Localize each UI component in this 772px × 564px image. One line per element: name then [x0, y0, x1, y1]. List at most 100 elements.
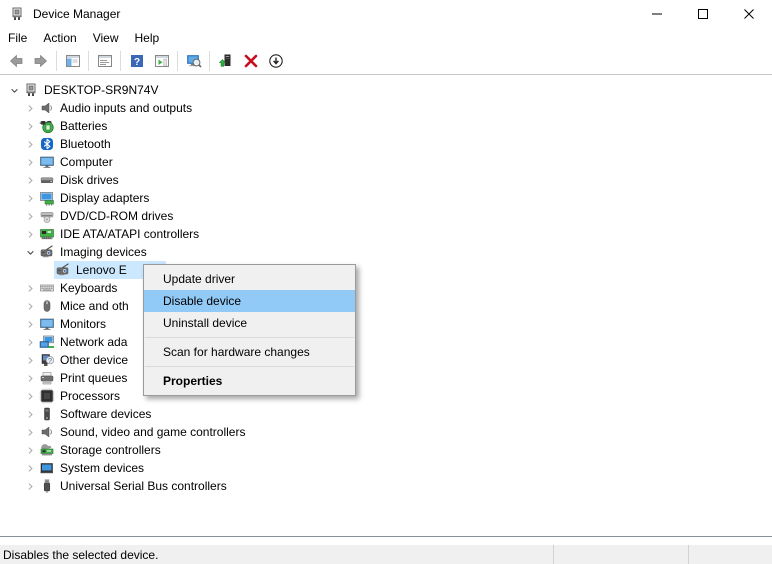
tree-item-desktop-sr9n74v[interactable]: DESKTOP-SR9N74V — [0, 81, 772, 99]
chevron-right-icon[interactable] — [22, 298, 38, 314]
minimize-button[interactable] — [634, 0, 680, 28]
maximize-button[interactable] — [680, 0, 726, 28]
tree-row-content[interactable]: IDE ATA/ATAPI controllers — [38, 225, 202, 243]
tree-item-print-queues[interactable]: Print queues — [0, 369, 772, 387]
tree-row-content[interactable]: Software devices — [38, 405, 154, 423]
tree-item-display-adapters[interactable]: Display adapters — [0, 189, 772, 207]
tree-row-content[interactable]: DESKTOP-SR9N74V — [22, 81, 162, 99]
chevron-right-icon[interactable] — [22, 190, 38, 206]
tree-row-content[interactable]: Storage controllers — [38, 441, 164, 459]
tree-item-network-ada[interactable]: Network ada — [0, 333, 772, 351]
close-button[interactable] — [726, 0, 772, 28]
tree-row-content[interactable]: ? Other device — [38, 351, 131, 369]
chevron-right-icon[interactable] — [22, 478, 38, 494]
tree-row-content[interactable]: Audio inputs and outputs — [38, 99, 195, 117]
menu-bar: File Action View Help — [0, 28, 772, 48]
context-menu: Update driver Disable device Uninstall dev… — [143, 264, 356, 396]
tree-item-monitors[interactable]: Monitors — [0, 315, 772, 333]
properties-button[interactable] — [92, 49, 117, 73]
tree-row-content[interactable]: Universal Serial Bus controllers — [38, 477, 230, 495]
chevron-right-icon[interactable] — [22, 424, 38, 440]
tree-item-computer[interactable]: Computer — [0, 153, 772, 171]
tree-item-lenovo-e[interactable]: Lenovo E — [0, 261, 772, 279]
context-menu-item-update-driver[interactable]: Update driver — [144, 268, 355, 290]
forward-arrow-button[interactable] — [28, 49, 53, 73]
disk-drive-icon — [39, 172, 55, 188]
tree-row-content[interactable]: Computer — [38, 153, 116, 171]
chevron-right-icon[interactable] — [22, 442, 38, 458]
tree-row-content[interactable]: Sound, video and game controllers — [38, 423, 248, 441]
chevron-right-icon[interactable] — [22, 316, 38, 332]
chevron-right-icon[interactable] — [22, 100, 38, 116]
tree-row-content[interactable]: Display adapters — [38, 189, 152, 207]
tree-label: Sound, video and game controllers — [60, 425, 246, 439]
chevron-right-icon[interactable] — [22, 388, 38, 404]
tree-item-sound-video-and-game-controllers[interactable]: Sound, video and game controllers — [0, 423, 772, 441]
tree-row-content[interactable]: Print queues — [38, 369, 130, 387]
chevron-right-icon[interactable] — [22, 172, 38, 188]
menu-view[interactable]: View — [85, 29, 127, 48]
disable-button[interactable] — [263, 49, 288, 73]
update-driver-button[interactable] — [213, 49, 238, 73]
scan-hardware-button[interactable] — [181, 49, 206, 73]
tree-item-universal-serial-bus-controllers[interactable]: Universal Serial Bus controllers — [0, 477, 772, 495]
tree-row-content[interactable]: Mice and oth — [38, 297, 132, 315]
tree-row-content[interactable]: DVD/CD-ROM drives — [38, 207, 176, 225]
tree-row-content[interactable]: Imaging devices — [38, 243, 150, 261]
tree-item-mice-and-oth[interactable]: Mice and oth — [0, 297, 772, 315]
context-menu-item-uninstall-device[interactable]: Uninstall device — [144, 312, 355, 334]
tree-label: Audio inputs and outputs — [60, 101, 193, 115]
chevron-right-icon[interactable] — [22, 334, 38, 350]
forward-arrow-icon — [33, 53, 49, 69]
chevron-down-icon[interactable] — [6, 82, 22, 98]
chevron-right-icon[interactable] — [22, 280, 38, 296]
tree-label: Other device — [60, 353, 129, 367]
tree-item-software-devices[interactable]: Software devices — [0, 405, 772, 423]
tree-item-other-device[interactable]: ? Other device — [0, 351, 772, 369]
tree-row-content[interactable]: Processors — [38, 387, 123, 405]
tree-item-processors[interactable]: Processors — [0, 387, 772, 405]
chevron-right-icon[interactable] — [22, 406, 38, 422]
tree-item-ide-ata-atapi-controllers[interactable]: IDE ATA/ATAPI controllers — [0, 225, 772, 243]
tree-row-content[interactable]: Disk drives — [38, 171, 122, 189]
chevron-right-icon[interactable] — [22, 370, 38, 386]
chevron-right-icon[interactable] — [22, 136, 38, 152]
tree-row-content[interactable]: System devices — [38, 459, 147, 477]
tree-row-content[interactable]: Keyboards — [38, 279, 120, 297]
tree-row-content[interactable]: Network ada — [38, 333, 130, 351]
tree-item-dvd-cd-rom-drives[interactable]: DVD/CD-ROM drives — [0, 207, 772, 225]
tree-item-bluetooth[interactable]: Bluetooth — [0, 135, 772, 153]
chevron-right-icon[interactable] — [22, 226, 38, 242]
tree-item-imaging-devices[interactable]: Imaging devices — [0, 243, 772, 261]
chevron-right-icon[interactable] — [22, 460, 38, 476]
console-tree-button[interactable] — [60, 49, 85, 73]
tree-row-content[interactable]: Bluetooth — [38, 135, 114, 153]
context-menu-item-scan-for-hardware-changes[interactable]: Scan for hardware changes — [144, 341, 355, 363]
tree-item-keyboards[interactable]: Keyboards — [0, 279, 772, 297]
tree-item-audio-inputs-and-outputs[interactable]: Audio inputs and outputs — [0, 99, 772, 117]
tree-row-content[interactable]: Monitors — [38, 315, 109, 333]
tree-item-storage-controllers[interactable]: Storage controllers — [0, 441, 772, 459]
uninstall-button[interactable] — [238, 49, 263, 73]
chevron-down-icon[interactable] — [22, 244, 38, 260]
action-pane-button[interactable] — [149, 49, 174, 73]
tree-item-batteries[interactable]: Batteries — [0, 117, 772, 135]
context-menu-item-properties[interactable]: Properties — [144, 370, 355, 392]
chevron-right-icon[interactable] — [22, 118, 38, 134]
statusbar-divider — [553, 545, 554, 564]
chevron-right-icon[interactable] — [22, 154, 38, 170]
help-button[interactable]: ? — [124, 49, 149, 73]
menu-action[interactable]: Action — [35, 29, 84, 48]
back-arrow-icon — [8, 53, 24, 69]
tree-label: Keyboards — [60, 281, 118, 295]
monitor-icon — [39, 316, 55, 332]
chevron-right-icon[interactable] — [22, 208, 38, 224]
back-arrow-button[interactable] — [3, 49, 28, 73]
chevron-right-icon[interactable] — [22, 352, 38, 368]
tree-row-content[interactable]: Batteries — [38, 117, 110, 135]
menu-file[interactable]: File — [0, 29, 35, 48]
context-menu-item-disable-device[interactable]: Disable device — [144, 290, 355, 312]
menu-help[interactable]: Help — [127, 29, 168, 48]
tree-item-disk-drives[interactable]: Disk drives — [0, 171, 772, 189]
tree-item-system-devices[interactable]: System devices — [0, 459, 772, 477]
